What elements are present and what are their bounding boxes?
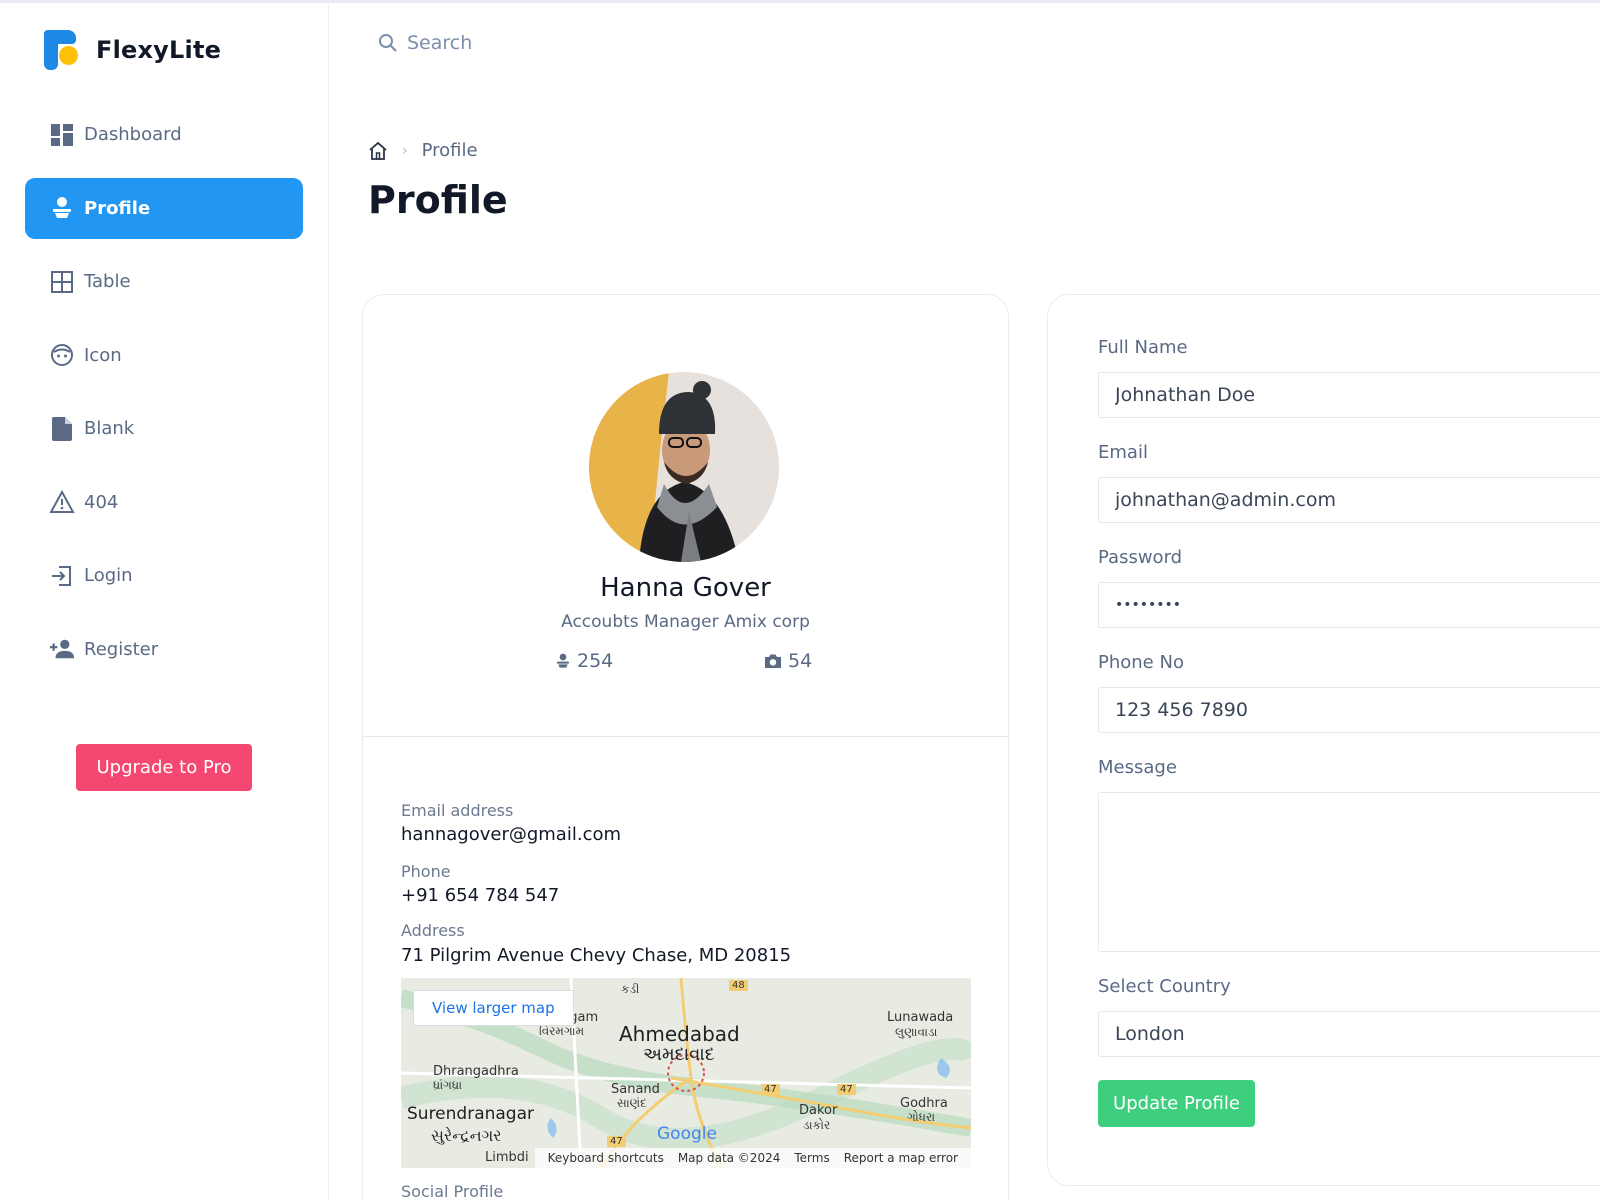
phone-no-field[interactable] xyxy=(1098,687,1600,733)
phone-value: +91 654 784 547 xyxy=(401,885,560,906)
profile-name: Hanna Gover xyxy=(600,573,771,603)
address-value: 71 Pilgrim Avenue Chevy Chase, MD 20815 xyxy=(401,945,792,966)
map-label-godhra-gu: ગોધરા xyxy=(907,1110,936,1124)
email-field[interactable] xyxy=(1098,477,1600,523)
keyboard-shortcuts-link[interactable]: Keyboard shortcuts xyxy=(548,1151,664,1165)
sidebar-item-label: Register xyxy=(84,638,159,660)
sidebar-item-login[interactable]: Login xyxy=(25,545,303,606)
map-label-limbdi: Limbdi xyxy=(485,1150,529,1165)
warning-icon xyxy=(49,489,75,515)
map-road-48: 48 xyxy=(729,980,748,991)
map-label-dhrangadhra: Dhrangadhra xyxy=(433,1064,519,1079)
map-label-godhra: Godhra xyxy=(900,1096,948,1111)
sidebar-item-label: Dashboard xyxy=(84,124,182,145)
select-country-label: Select Country xyxy=(1098,976,1231,997)
sidebar-item-icon[interactable]: Icon xyxy=(25,325,303,386)
map-label-viramgam-gu: વિરમગામ xyxy=(539,1024,585,1038)
search-input[interactable] xyxy=(407,32,627,54)
sidebar-item-label: Profile xyxy=(84,197,151,219)
map-label-surendranagar: Surendranagar xyxy=(407,1104,535,1124)
followers-count: 254 xyxy=(577,650,614,672)
add-user-icon xyxy=(49,636,75,662)
map-label-kadi-gu: કડી xyxy=(621,982,640,996)
photos-stat: 54 xyxy=(764,650,812,672)
sidebar-item-404[interactable]: 404 xyxy=(25,472,303,533)
map-label-surendranagar-gu: સુરેન્દ્રનગર xyxy=(431,1126,502,1145)
sidebar-item-blank[interactable]: Blank xyxy=(25,398,303,459)
email-address-label: Email address xyxy=(401,801,514,820)
full-name-field[interactable] xyxy=(1098,372,1600,418)
report-map-error-link[interactable]: Report a map error xyxy=(844,1151,958,1165)
map-label-lunawada: Lunawada xyxy=(887,1010,954,1025)
avatar xyxy=(589,372,779,562)
profile-role: Accoubts Manager Amix corp xyxy=(561,612,810,632)
brand[interactable]: FlexyLite xyxy=(44,30,221,70)
password-field[interactable] xyxy=(1098,582,1600,628)
view-larger-map-link[interactable]: View larger map xyxy=(413,990,574,1026)
profile-icon xyxy=(49,195,75,221)
map-label-sanand: Sanand xyxy=(611,1082,660,1097)
sidebar-item-label: Blank xyxy=(84,418,135,439)
map-embed[interactable]: Ahmedabad અમદાવાદ Surendranagar સુરેન્દ્… xyxy=(401,978,971,1168)
sidebar-item-profile[interactable]: Profile xyxy=(25,177,303,239)
map-road-47: 47 xyxy=(761,1084,780,1095)
sidebar-item-label: Login xyxy=(84,565,133,586)
page-title: Profile xyxy=(368,178,508,222)
sidebar-item-dashboard[interactable]: Dashboard xyxy=(25,104,303,165)
search-icon xyxy=(379,34,397,52)
google-logo: Google xyxy=(657,1124,717,1144)
message-field[interactable] xyxy=(1098,792,1600,952)
message-label: Message xyxy=(1098,757,1177,778)
map-road-47: 47 xyxy=(837,1084,856,1095)
map-label-dakor: Dakor xyxy=(799,1103,838,1118)
home-icon[interactable] xyxy=(368,141,388,161)
breadcrumb-current: Profile xyxy=(421,140,478,161)
followers-stat: 254 xyxy=(555,650,613,672)
profile-divider xyxy=(362,736,1009,737)
map-label-dhrangadhra-gu: ધ્રાંગધ્રા xyxy=(433,1078,463,1092)
app-name: FlexyLite xyxy=(96,36,222,64)
map-data-label: Map data ©2024 xyxy=(677,1151,781,1165)
password-label: Password xyxy=(1098,547,1183,568)
people-icon xyxy=(557,653,569,668)
sidebar-item-label: Table xyxy=(84,271,131,292)
map-footer: Keyboard shortcuts Map data ©2024 Terms … xyxy=(534,1148,971,1168)
sidebar-item-label: 404 xyxy=(84,491,119,513)
breadcrumb: › Profile xyxy=(368,140,478,161)
sidebar: FlexyLite Dashboard Profile Table Icon B… xyxy=(0,3,329,1200)
sidebar-nav: Dashboard Profile Table Icon Blank 404 L… xyxy=(25,104,303,692)
file-icon xyxy=(49,416,75,442)
phone-label: Phone xyxy=(401,862,451,881)
map-road-47: 47 xyxy=(607,1136,626,1147)
face-icon xyxy=(49,342,75,368)
camera-icon xyxy=(765,654,781,668)
dashboard-icon xyxy=(49,122,75,148)
login-icon xyxy=(49,563,75,589)
upgrade-to-pro-button[interactable]: Upgrade to Pro xyxy=(76,744,252,791)
map-label-ahmedabad: Ahmedabad xyxy=(619,1022,740,1046)
map-label-lunawada-gu: લુણાવાડા xyxy=(895,1025,938,1039)
terms-link[interactable]: Terms xyxy=(794,1151,829,1165)
photos-count: 54 xyxy=(788,650,813,672)
address-label: Address xyxy=(401,921,465,940)
country-select[interactable] xyxy=(1098,1011,1600,1057)
chevron-right-icon: › xyxy=(402,142,408,159)
map-label-dakor-gu: ડાકોર xyxy=(803,1118,831,1132)
sidebar-item-register[interactable]: Register xyxy=(25,619,303,680)
map-label-ahmedabad-gu: અમદાવાદ xyxy=(643,1044,715,1065)
logo-icon xyxy=(44,30,78,70)
email-address-value: hannagover@gmail.com xyxy=(401,824,622,845)
sidebar-item-label: Icon xyxy=(84,344,122,366)
sidebar-item-table[interactable]: Table xyxy=(25,251,303,312)
search-bar xyxy=(378,32,627,54)
update-profile-button[interactable]: Update Profile xyxy=(1098,1080,1255,1127)
social-profile-label: Social Profile xyxy=(401,1182,504,1200)
table-icon xyxy=(49,269,75,295)
map-label-sanand-gu: સાણંદ xyxy=(617,1096,647,1110)
email-label: Email xyxy=(1098,442,1148,463)
phone-no-label: Phone No xyxy=(1098,652,1184,673)
full-name-label: Full Name xyxy=(1098,337,1188,358)
